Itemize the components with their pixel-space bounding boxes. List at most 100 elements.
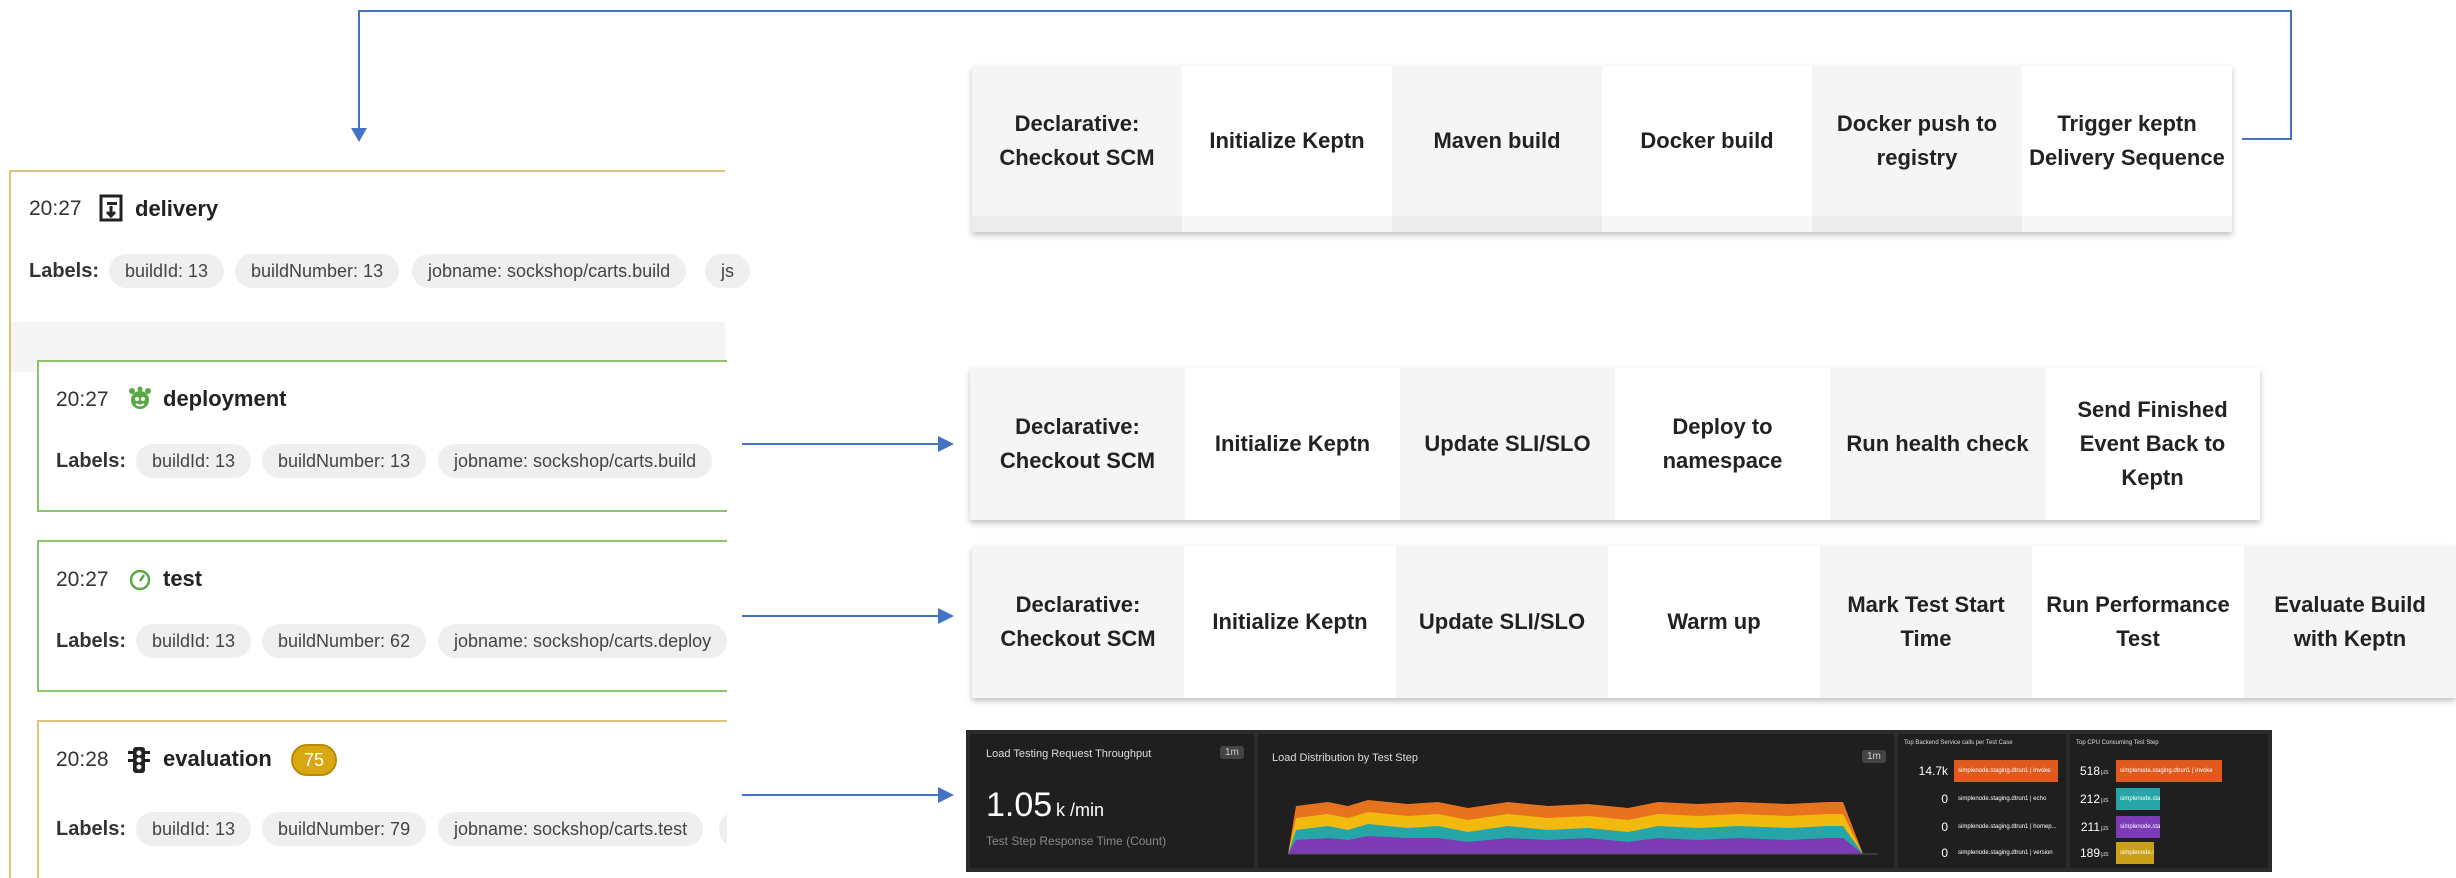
cpu-tile[interactable]: Top CPU Consuming Test Step 518 µs simpl…: [2070, 734, 2268, 868]
pipeline-stage[interactable]: Initialize Keptn: [1182, 66, 1392, 216]
cpu-bar: simplenode.staging.dtrun1 | echo: [2116, 788, 2160, 810]
pipeline-stage[interactable]: Deploy to namespace: [1615, 368, 1830, 520]
arrow-head-evaluation: [938, 787, 954, 803]
pipeline-stage[interactable]: Run Performance Test: [2032, 546, 2244, 698]
label-chip: buildNumber: 13: [262, 444, 427, 478]
connector-top-left-vertical: [358, 10, 360, 130]
backend-bar: simplenode.staging.dtrun1 | invoke: [1954, 760, 2058, 782]
backend-bar-row: 0 simplenode.staging.dtrun1 | echo: [1898, 788, 2066, 810]
cpu-bar-unit: µs: [2101, 851, 2109, 858]
pipeline-stage[interactable]: Declarative: Checkout SCM: [972, 66, 1182, 216]
backend-calls-title: Top Backend Service calls per Test Case: [1904, 740, 2013, 746]
evaluation-title: evaluation: [163, 746, 272, 771]
deployment-labels-caption: Labels:: [56, 450, 127, 472]
pipeline-stage[interactable]: Trigger keptn Delivery Sequence: [2022, 66, 2232, 216]
cpu-bar-row: 211 µs simplenode.staging.dtrun1 | versi…: [2070, 816, 2268, 838]
distribution-area-chart: [1288, 800, 1878, 855]
pipeline-stage[interactable]: Docker build: [1602, 66, 1812, 216]
pipeline-stage[interactable]: Run health check: [1830, 368, 2045, 520]
label-chip: jobname: sockshop/carts.build: [412, 254, 687, 288]
cpu-bar-unit: µs: [2101, 825, 2109, 832]
cpu-bar: simplenode.staging.dtrun1 | invoke: [2116, 760, 2222, 782]
speedometer-icon: [128, 568, 152, 592]
distribution-tile[interactable]: Load Distribution by Test Step 1m: [1258, 734, 1894, 868]
delivery-time: 20:27: [29, 197, 82, 220]
deployment-time: 20:27: [56, 388, 109, 411]
pipeline-stage[interactable]: Docker push to registry: [1812, 66, 2022, 216]
throughput-unit: k /min: [1056, 800, 1105, 820]
delivery-labels-caption: Labels:: [29, 260, 100, 282]
pipeline-stage[interactable]: Send Finished Event Back to Keptn: [2045, 368, 2260, 520]
backend-bar-row: 0 simplenode.staging.dtrun1 | version: [1898, 842, 2066, 864]
cpu-bar-value: 212: [2079, 792, 2100, 806]
label-chip: jobname: sockshop/carts.build: [438, 444, 713, 478]
backend-bar: simplenode.staging.dtrun1 | version: [1958, 850, 2053, 856]
backend-calls-tile[interactable]: Top Backend Service calls per Test Case …: [1898, 734, 2066, 868]
deployment-icon: [128, 386, 152, 412]
cpu-bar: simplenode.staging.dtrun1 | version: [2116, 816, 2160, 838]
arrow-head-deployment: [938, 436, 954, 452]
backend-bar-value: 0: [1941, 820, 1948, 834]
deployment-stage-card[interactable]: 20:27 deployment Labels: buildId: 13 bui…: [37, 360, 727, 512]
test-title: test: [163, 566, 203, 591]
test-stage-card[interactable]: 20:27 test Labels: buildId: 13 buildNumb…: [37, 540, 727, 692]
cpu-bar-value: 518: [2079, 764, 2100, 778]
label-chip: [719, 812, 727, 846]
pipeline-stage[interactable]: Declarative: Checkout SCM: [972, 546, 1184, 698]
pipeline-stage[interactable]: Evaluate Build with Keptn: [2244, 546, 2456, 698]
label-chip: buildId: 13: [136, 444, 252, 478]
label-chip: buildNumber: 13: [235, 254, 400, 288]
arrow-head-test: [938, 608, 954, 624]
backend-bar-value: 14.7k: [1918, 764, 1948, 778]
backend-bar-value: 0: [1941, 846, 1948, 860]
pipeline-stage[interactable]: Update SLI/SLO: [1396, 546, 1608, 698]
backend-bar-row: 14.7k simplenode.staging.dtrun1 | invoke: [1898, 760, 2066, 782]
throughput-title: Load Testing Request Throughput: [986, 748, 1152, 760]
label-chip: jobname: sockshop/carts.deploy: [438, 624, 727, 658]
cpu-bar-value: 211: [2080, 820, 2100, 834]
pipeline-stage[interactable]: Declarative: Checkout SCM: [970, 368, 1185, 520]
test-labels-caption: Labels:: [56, 630, 127, 652]
pipeline-stage[interactable]: Mark Test Start Time: [1820, 546, 2032, 698]
distribution-interval: 1m: [1862, 750, 1886, 763]
throughput-tile[interactable]: Load Testing Request Throughput 1m 1.05 …: [970, 734, 1254, 868]
cpu-title: Top CPU Consuming Test Step: [2076, 740, 2159, 746]
connector-top-right-stub: [2242, 138, 2292, 140]
deploy-pipeline: Declarative: Checkout SCM Initialize Kep…: [970, 368, 2260, 520]
arrow-head-down: [351, 128, 367, 142]
pipeline-stage[interactable]: Initialize Keptn: [1185, 368, 1400, 520]
traffic-light-icon: [127, 746, 151, 774]
dashboard: Load Testing Request Throughput 1m 1.05 …: [966, 730, 2272, 872]
deployment-title: deployment: [163, 386, 287, 411]
backend-bar: simplenode.staging.dtrun1 | homep...: [1958, 824, 2057, 830]
label-chip: buildId: 13: [136, 812, 252, 846]
label-chip: buildNumber: 62: [262, 624, 427, 658]
pipeline-stage[interactable]: Maven build: [1392, 66, 1602, 216]
evaluation-score-badge[interactable]: 75: [291, 744, 338, 776]
connector-deployment: [742, 443, 940, 445]
evaluation-labels-caption: Labels:: [56, 818, 127, 840]
cpu-bar: simplenode.staging.dtrun1 | homepage: [2116, 842, 2154, 864]
label-chip: jobname: sockshop/carts.test: [438, 812, 704, 846]
cpu-bar-unit: µs: [2101, 769, 2109, 776]
connector-test: [742, 615, 940, 617]
label-chip: buildId: 13: [136, 624, 252, 658]
build-pipeline: Declarative: Checkout SCM Initialize Kep…: [972, 66, 2232, 232]
throughput-interval: 1m: [1220, 746, 1244, 759]
evaluation-stage-card[interactable]: 20:28 evaluation 75 Labels: buildId: 13 …: [37, 720, 727, 878]
cpu-bar-unit: µs: [2101, 797, 2109, 804]
pipeline-stage[interactable]: Initialize Keptn: [1184, 546, 1396, 698]
test-pipeline: Declarative: Checkout SCM Initialize Kep…: [972, 546, 2456, 698]
connector-evaluation: [742, 794, 940, 796]
distribution-title: Load Distribution by Test Step: [1272, 752, 1418, 764]
pipeline-stage[interactable]: Update SLI/SLO: [1400, 368, 1615, 520]
backend-bar: simplenode.staging.dtrun1 | echo: [1958, 796, 2047, 802]
pipeline-stage[interactable]: Warm up: [1608, 546, 1820, 698]
label-chip: js: [705, 254, 750, 288]
test-time: 20:27: [56, 568, 109, 591]
build-pipeline-row-strip: [972, 216, 2232, 232]
connector-top-right-vertical: [2290, 10, 2292, 140]
evaluation-time: 20:28: [56, 748, 109, 771]
delivery-sequence-card[interactable]: 20:27 delivery Labels: buildId: 13 build…: [9, 170, 750, 878]
label-chip: buildNumber: 79: [262, 812, 427, 846]
